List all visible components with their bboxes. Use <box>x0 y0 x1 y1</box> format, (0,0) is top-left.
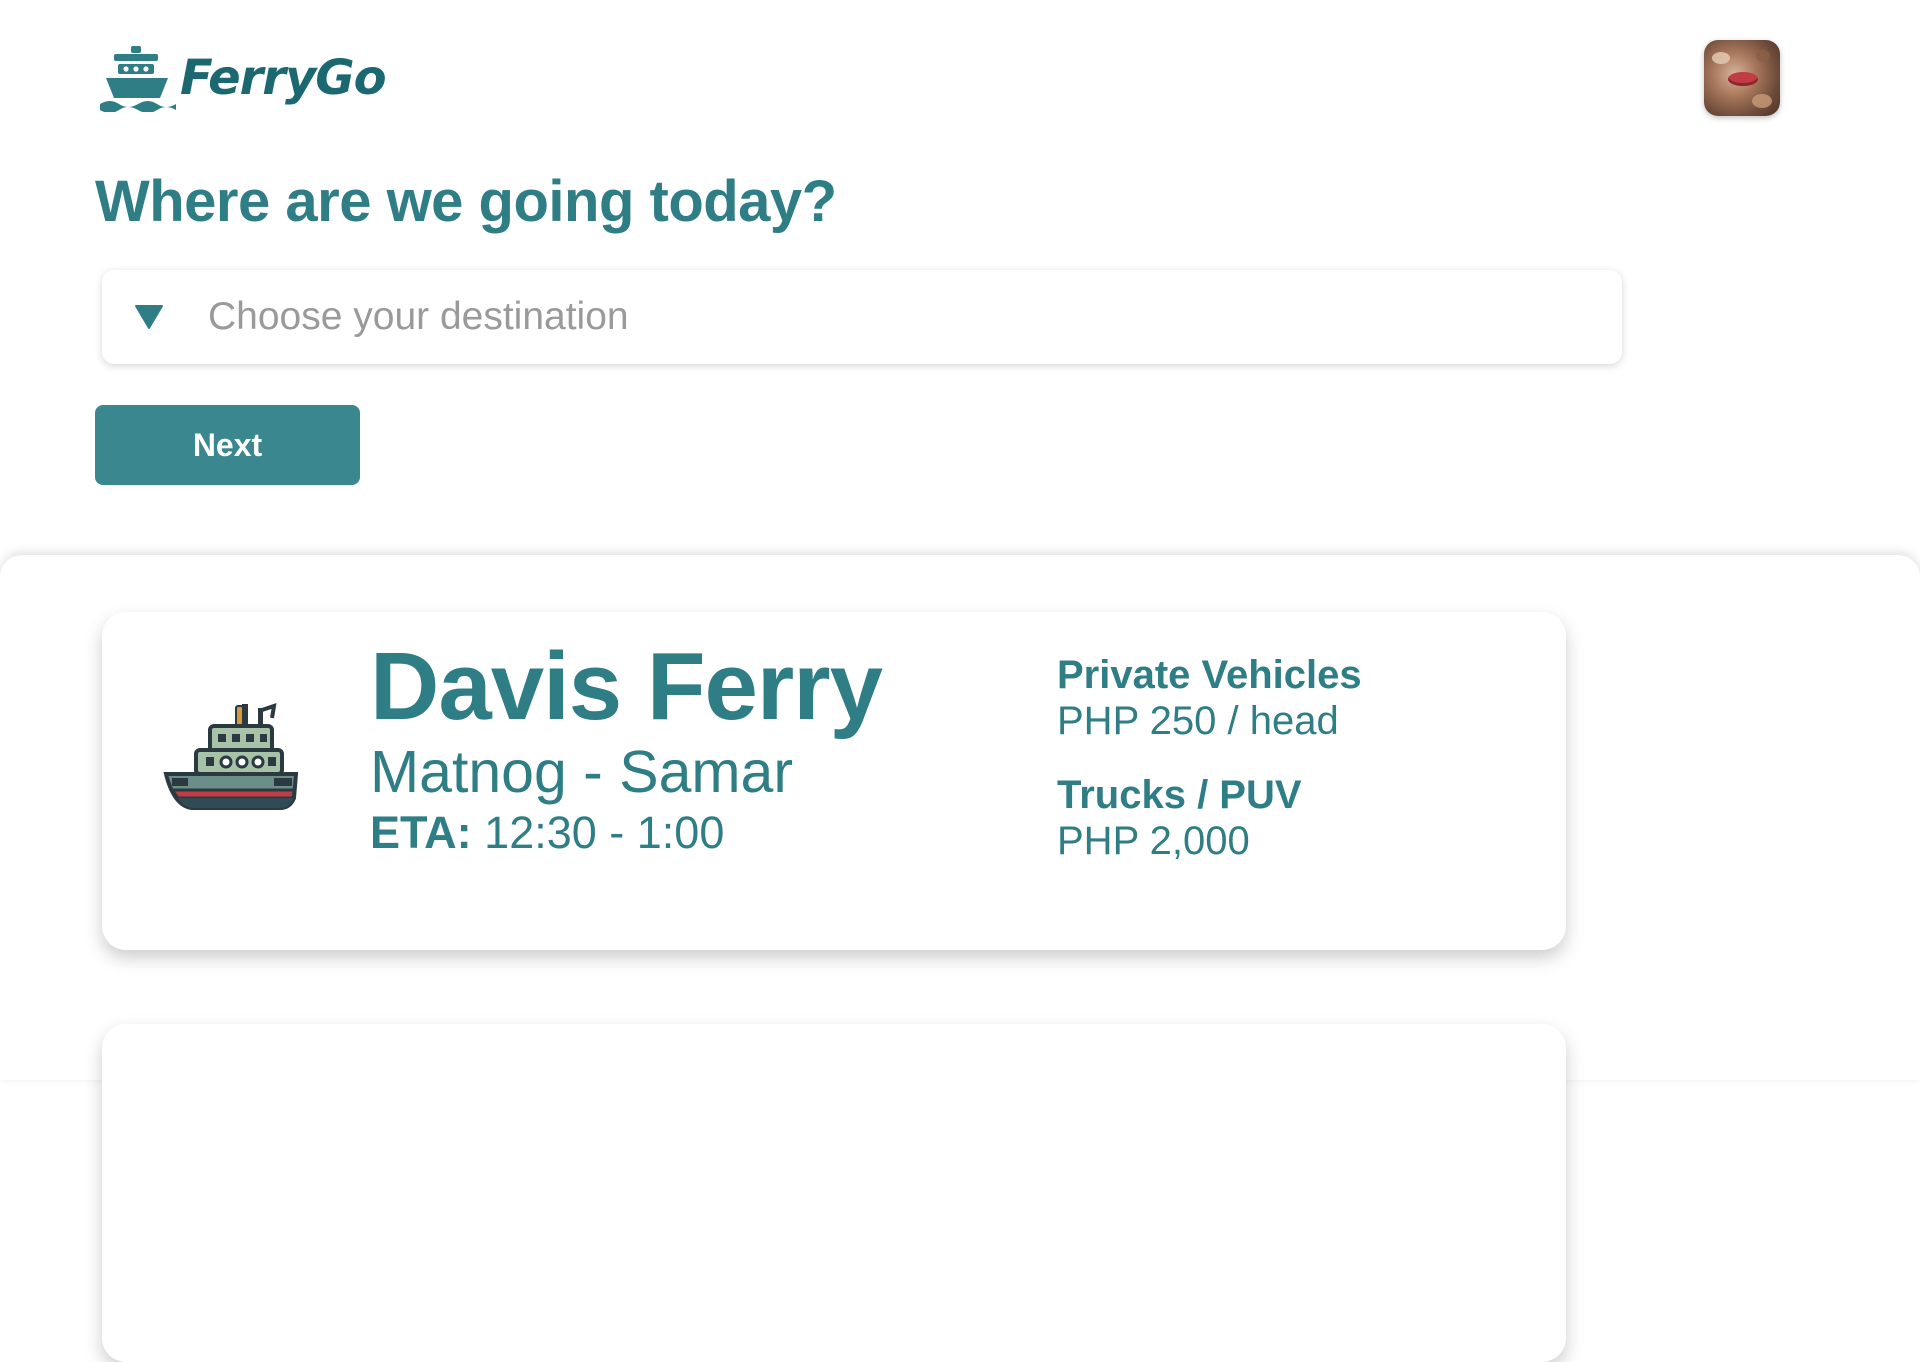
app-header: FerryGo <box>0 0 1920 160</box>
avatar-detail <box>1712 52 1730 64</box>
ferry-name: Davis Ferry <box>370 633 883 740</box>
rate-value: PHP 2,000 <box>1057 819 1250 863</box>
ferry-card[interactable] <box>102 1024 1566 1362</box>
rate-trucks-puv: Trucks / PUV PHP 2,000 <box>1057 772 1302 864</box>
avatar-detail <box>1752 94 1772 108</box>
eta-label: ETA: <box>370 807 472 858</box>
rate-value: PHP 250 / head <box>1057 699 1339 743</box>
rate-private-vehicles: Private Vehicles PHP 250 / head <box>1057 652 1362 744</box>
ferry-ship-icon <box>163 703 299 810</box>
user-avatar[interactable] <box>1704 40 1780 116</box>
destination-placeholder: Choose your destination <box>208 295 629 338</box>
page-title: Where are we going today? <box>95 169 837 234</box>
next-button[interactable]: Next <box>95 405 360 485</box>
app-name: FerryGo <box>180 50 387 106</box>
ferry-eta: ETA: 12:30 - 1:00 <box>370 808 724 858</box>
rate-label: Trucks / PUV <box>1057 773 1302 817</box>
app-logo[interactable]: FerryGo <box>100 44 387 112</box>
ferry-card[interactable]: Davis Ferry Matnog - Samar ETA: 12:30 - … <box>102 612 1566 950</box>
destination-select[interactable]: Choose your destination <box>102 270 1622 364</box>
dropdown-triangle-icon <box>135 305 163 329</box>
ship-icon <box>100 46 176 112</box>
ferry-route: Matnog - Samar <box>370 739 793 805</box>
rate-label: Private Vehicles <box>1057 653 1362 697</box>
avatar-detail <box>1728 72 1758 86</box>
eta-value: 12:30 - 1:00 <box>484 807 725 858</box>
avatar-detail <box>1756 50 1770 62</box>
